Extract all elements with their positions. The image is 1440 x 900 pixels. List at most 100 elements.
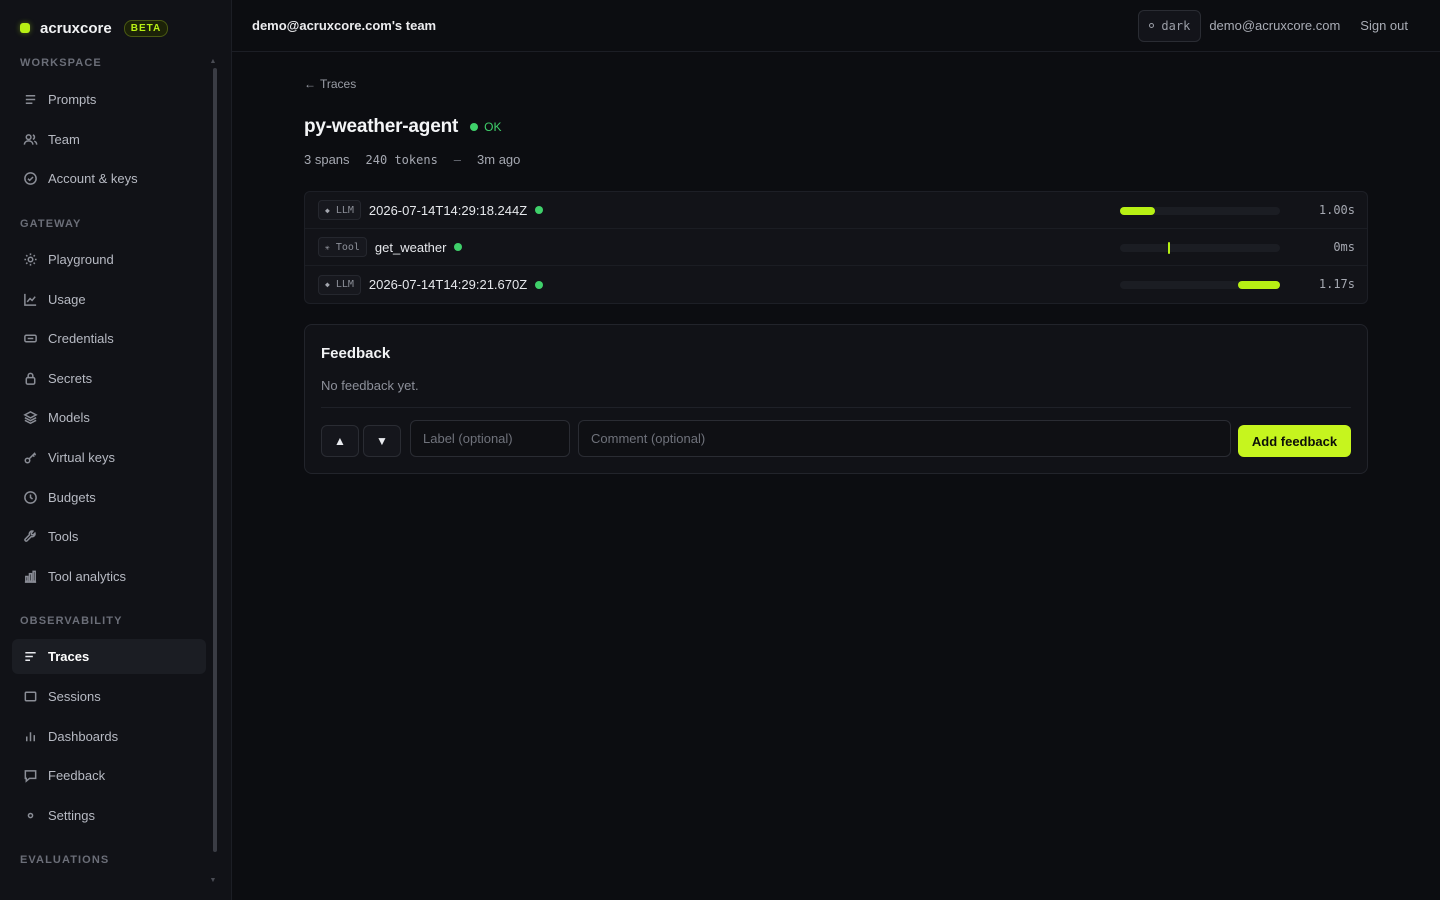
app-root: acruxcore BETA WORKSPACE Prompts Team Accou… [0, 0, 1440, 900]
check-circle-icon [22, 171, 38, 187]
sidebar-item-label: Sessions [48, 688, 101, 704]
span-duration: 0ms [1333, 240, 1355, 254]
section-label-gateway: GATEWAY [20, 218, 82, 230]
span-timeline-bar [1120, 281, 1280, 289]
spans-table: ◆ LLM 2026-07-14T14:29:18.244Z 1.00s ✳ Tool ge… [304, 191, 1368, 304]
traces-icon [22, 649, 38, 665]
span-status-dot-icon [535, 206, 544, 214]
sidebar-item-team[interactable]: Team [12, 122, 206, 157]
line-chart-icon [22, 291, 38, 307]
sidebar-item-credentials[interactable]: Credentials [12, 321, 206, 356]
sidebar-item-label: Usage [48, 291, 86, 307]
key-icon [22, 450, 38, 466]
span-row[interactable]: ◆ LLM 2026-07-14T14:29:21.670Z 1.17s [305, 266, 1367, 303]
topbar-actions: dark demo@acruxcore.com Sign out [1138, 9, 1408, 42]
sidebar-item-secrets[interactable]: Secrets [12, 361, 206, 396]
feedback-card: Feedback No feedback yet. ▲ ▼ Add feedba… [304, 324, 1368, 474]
sidebar-item-feedback[interactable]: Feedback [12, 758, 206, 793]
add-feedback-button[interactable]: Add feedback [1238, 425, 1351, 457]
sidebar-item-account-keys[interactable]: Account & keys [12, 161, 206, 196]
sign-out-link[interactable]: Sign out [1360, 18, 1408, 33]
span-kind-badge: ✳ Tool [318, 237, 367, 257]
span-timeline-bar [1120, 242, 1280, 254]
sun-icon [22, 252, 38, 268]
card-icon [22, 331, 38, 347]
dot-icon [22, 808, 38, 824]
sidebar-item-label: Feedback [48, 768, 106, 784]
span-timeline-bar [1120, 207, 1280, 215]
span-row[interactable]: ✳ Tool get_weather 0ms [305, 229, 1367, 266]
sidebar-item-prompts[interactable]: Prompts [12, 82, 206, 117]
sidebar-scrollbar[interactable] [213, 68, 217, 852]
brand-logo-icon [20, 23, 30, 33]
span-name: 2026-07-14T14:29:18.244Z [368, 202, 528, 218]
sidebar-item-dashboards[interactable]: Dashboards [12, 719, 206, 754]
status-dot-icon [470, 123, 479, 131]
span-kind-label: LLM [335, 279, 354, 290]
feedback-comment-input[interactable] [578, 420, 1231, 457]
arrow-left-icon: ← [304, 77, 316, 91]
bar-chart-icon [22, 568, 38, 584]
sidebar-item-models[interactable]: Models [12, 400, 206, 435]
feedback-divider [321, 407, 1351, 408]
list-icon [22, 92, 38, 108]
back-to-traces-link[interactable]: ← Traces [304, 77, 356, 91]
clock-icon [22, 489, 38, 505]
sidebar-item-label: Settings [48, 808, 95, 824]
brand-name: acruxcore [40, 19, 112, 37]
layers-icon [22, 410, 38, 426]
sidebar-item-tool-analytics[interactable]: Tool analytics [12, 559, 206, 594]
sidebar-item-label: Dashboards [48, 728, 119, 744]
triangle-up-icon: ▲ [334, 434, 346, 448]
sidebar-item-sessions[interactable]: Sessions [12, 679, 206, 714]
section-label-evaluations: EVALUATIONS [20, 854, 110, 866]
beta-badge: BETA [123, 19, 169, 37]
span-row[interactable]: ◆ LLM 2026-07-14T14:29:18.244Z 1.00s [305, 192, 1367, 229]
meta-separator: – [453, 152, 462, 167]
sidebar-item-label: Models [48, 410, 90, 426]
sidebar-item-playground[interactable]: Playground [12, 242, 206, 277]
team-name[interactable]: demo@acruxcore.com's team [252, 18, 436, 33]
main: demo@acruxcore.com's team dark demo@acru… [232, 0, 1440, 900]
sidebar-item-label: Team [48, 131, 80, 147]
sidebar-item-usage[interactable]: Usage [12, 282, 206, 317]
span-status-dot-icon [454, 243, 463, 251]
span-name: get_weather [374, 239, 447, 255]
sidebar-item-tools[interactable]: Tools [12, 519, 206, 554]
sidebar-item-label: Budgets [48, 489, 96, 505]
bars-icon [22, 728, 38, 744]
span-duration: 1.17s [1318, 277, 1355, 291]
sidebar-item-budgets[interactable]: Budgets [12, 480, 206, 515]
page-title: py-weather-agent [304, 116, 459, 137]
sidebar-item-traces[interactable]: Traces [12, 639, 206, 674]
sidebar-item-virtual-keys[interactable]: Virtual keys [12, 440, 206, 475]
brand[interactable]: acruxcore BETA [0, 0, 231, 56]
trace-age: 3m ago [477, 152, 521, 167]
window-icon [22, 688, 38, 704]
topbar: demo@acruxcore.com's team dark demo@acru… [232, 0, 1440, 52]
span-kind-label: LLM [335, 204, 354, 216]
theme-toggle[interactable]: dark [1138, 9, 1202, 42]
sidebar-item-label: Virtual keys [48, 450, 115, 465]
sidebar-item-label: Account & keys [48, 171, 138, 186]
span-timeline-fill [1120, 207, 1156, 215]
span-kind-label: Tool [335, 241, 360, 253]
sidebar-item-label: Traces [48, 649, 90, 664]
thumbs-up-button[interactable]: ▲ [321, 425, 359, 457]
status-badge: OK [470, 120, 501, 134]
span-timeline-fill [1168, 242, 1170, 254]
feedback-empty-text: No feedback yet. [321, 378, 419, 393]
scroll-up-icon[interactable]: ▲ [209, 58, 217, 66]
wrench-icon [22, 529, 38, 545]
feedback-label-input[interactable] [410, 420, 570, 457]
span-name: 2026-07-14T14:29:21.670Z [368, 277, 528, 292]
thumbs-down-button[interactable]: ▼ [363, 425, 401, 457]
status-label: OK [484, 120, 502, 134]
theme-label: dark [1161, 18, 1191, 33]
lock-icon [22, 370, 38, 386]
triangle-down-icon: ▼ [376, 434, 388, 448]
trace-meta: 3 spans 240 tokens – 3m ago [304, 152, 520, 167]
scroll-down-icon[interactable]: ▼ [209, 877, 217, 885]
section-label-workspace: WORKSPACE [20, 57, 102, 69]
sidebar-item-settings[interactable]: Settings [12, 798, 206, 833]
